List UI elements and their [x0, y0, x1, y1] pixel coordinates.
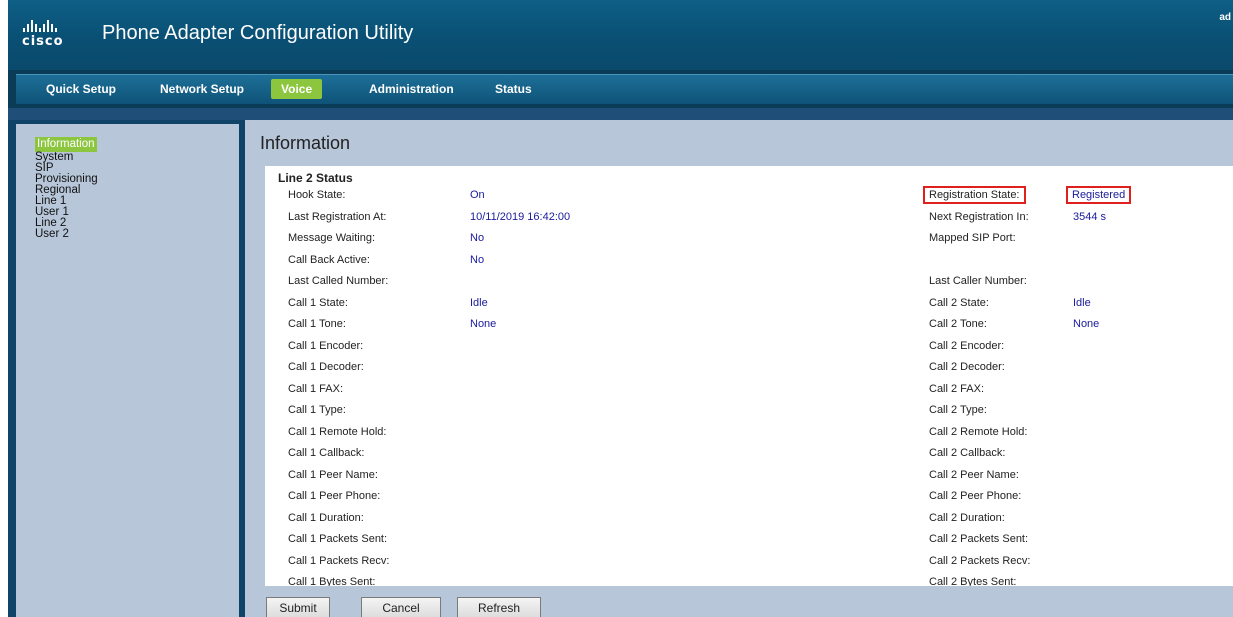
status-row: Last Registration At: 10/11/2019 16:42:00…: [265, 211, 1233, 232]
sidebar-item-user-2[interactable]: User 2: [35, 228, 98, 240]
line-field-label: Call 1 Bytes Sent:: [288, 576, 376, 586]
line-field-label: Call 1 Remote Hold:: [288, 425, 387, 438]
line-field-label: Call 1 Callback:: [288, 447, 365, 459]
line-field-label: Call Back Active:: [288, 253, 370, 266]
line-field-label: Call 1 Packets Recv:: [288, 554, 390, 567]
user-corner: ad: [1219, 12, 1231, 23]
app-title: Phone Adapter Configuration Utility: [102, 22, 414, 44]
line-field-value: No: [470, 253, 485, 266]
cisco-logo: cisco: [22, 18, 72, 52]
line-field-label: Mapped SIP Port:: [929, 232, 1016, 244]
page-title: Information: [260, 133, 351, 153]
line-field-label: Call 2 FAX:: [929, 382, 985, 395]
line-field-label: Hook State:: [288, 189, 346, 201]
line-field-label: Call 1 Type:: [288, 404, 346, 416]
line-field-label: Call 1 Packets Sent:: [288, 533, 388, 545]
line-field-label: Call 1 Peer Phone:: [288, 490, 381, 502]
line-field-label: Call 2 Bytes Sent:: [929, 576, 1017, 586]
line-field-label: Message Waiting:: [288, 232, 376, 244]
line-field-label: Call 1 Encoder:: [288, 339, 364, 352]
status-row: Call 1 Remote Hold: Call 2 Remote Hold:: [265, 426, 1233, 447]
line-field-label: Call 2 Peer Phone:: [929, 490, 1022, 502]
tab-bar: Quick Setup Network Setup Voice Administ…: [8, 70, 1233, 108]
line-field-label: Last Called Number:: [288, 275, 389, 287]
cancel-button[interactable]: Cancel: [361, 597, 441, 617]
tab-voice[interactable]: Voice: [271, 79, 323, 99]
line-field-label: Call 2 Callback:: [929, 447, 1006, 459]
line-field-label: Call 2 Encoder:: [929, 339, 1005, 352]
sidebar: Information System SIP Provisioning Regi…: [8, 120, 245, 617]
status-row: Last Called Number: Last Caller Number:: [265, 275, 1233, 296]
tab-quick-setup[interactable]: Quick Setup: [46, 82, 116, 96]
main-panel: Information Line 2 Status Hook State: On R…: [245, 120, 1233, 617]
submit-button[interactable]: Submit: [266, 597, 330, 617]
status-row: Call 1 Encoder: Call 2 Encoder:: [265, 340, 1233, 361]
line-field-label: Call 1 Tone:: [288, 318, 346, 330]
status-row: Call 1 Peer Name: Call 2 Peer Name:: [265, 469, 1233, 490]
line-field-label: Call 1 State:: [288, 296, 348, 309]
refresh-button[interactable]: Refresh: [457, 597, 541, 617]
line-field-label: Call 2 Peer Name:: [929, 468, 1019, 481]
line-field-label: Call 2 Decoder:: [929, 361, 1005, 373]
status-row: Call 1 Type: Call 2 Type:: [265, 404, 1233, 425]
tab-underline-band: [8, 108, 1233, 120]
logo-text: cisco: [22, 34, 64, 49]
header: cisco Phone Adapter Configuration Utilit…: [8, 0, 1233, 70]
line-field-value: 10/11/2019 16:42:00: [470, 210, 571, 223]
line-field-label: Next Registration In:: [929, 210, 1029, 223]
status-row: Call 1 Decoder: Call 2 Decoder:: [265, 361, 1233, 382]
line-field-label: Call 2 State:: [929, 296, 989, 309]
line-field-value: No: [470, 232, 485, 244]
line-field-label: Call 2 Packets Sent:: [929, 533, 1029, 545]
line-field-value: None: [1073, 318, 1100, 330]
left-edge: [0, 0, 8, 617]
status-row: Call 1 Peer Phone: Call 2 Peer Phone:: [265, 490, 1233, 511]
registration-state-label: Registration State:: [923, 186, 1026, 204]
line-field-label: Last Registration At:: [288, 210, 387, 223]
cisco-bars-icon: [23, 18, 72, 32]
line-field-label: Call 2 Duration:: [929, 511, 1005, 524]
status-row: Call Back Active: No: [265, 254, 1233, 275]
line-field-value: None: [470, 318, 497, 330]
status-row: Call 1 Packets Recv: Call 2 Packets Recv:: [265, 555, 1233, 576]
status-row: Call 1 Bytes Sent: Call 2 Bytes Sent:: [265, 576, 1233, 586]
status-row: Call 1 Packets Sent: Call 2 Packets Sent:: [265, 533, 1233, 554]
section-title: Line 2 Status: [278, 171, 353, 185]
registration-state-value: Registered: [1065, 186, 1132, 204]
sidebar-panel: Information System SIP Provisioning Regi…: [16, 124, 239, 617]
tab-network-setup[interactable]: Network Setup: [160, 82, 244, 96]
status-row: Call 1 Tone: None Call 2 Tone: None: [265, 318, 1233, 339]
line-field-label: Call 1 Decoder:: [288, 361, 364, 373]
line-field-label: Call 1 Peer Name:: [288, 468, 378, 481]
line-field-value: Idle: [1073, 296, 1091, 309]
tab-administration[interactable]: Administration: [369, 82, 454, 96]
tab-bar-inner: Quick Setup Network Setup Voice Administ…: [16, 74, 1233, 104]
status-row: Call 1 Duration: Call 2 Duration:: [265, 512, 1233, 533]
line-field-value: On: [470, 189, 485, 201]
status-content: Line 2 Status Hook State: On Registration …: [265, 166, 1233, 586]
status-row: Call 1 State: Idle Call 2 State: Idle: [265, 297, 1233, 318]
line-field-label: Call 2 Tone:: [929, 318, 987, 330]
status-row: Call 1 Callback: Call 2 Callback:: [265, 447, 1233, 468]
line-field-label: Call 1 FAX:: [288, 382, 344, 395]
line-field-label: Call 2 Packets Recv:: [929, 554, 1031, 567]
line-field-value: 3544 s: [1073, 210, 1107, 223]
sidebar-list: Information System SIP Provisioning Regi…: [16, 136, 98, 240]
line-field-label: Call 2 Type:: [929, 404, 987, 416]
line-field-label: Call 1 Duration:: [288, 511, 364, 524]
line-field-label: Call 2 Remote Hold:: [929, 425, 1028, 438]
status-row: Call 1 FAX: Call 2 FAX:: [265, 383, 1233, 404]
line-field-label: Last Caller Number:: [929, 275, 1027, 287]
line-field-value: Idle: [470, 296, 488, 309]
tab-status[interactable]: Status: [495, 82, 532, 96]
status-row: Hook State: On Registration State: Register…: [265, 186, 1233, 210]
sidebar-item-information[interactable]: Information: [35, 137, 97, 152]
status-row: Message Waiting: No Mapped SIP Port:: [265, 232, 1233, 253]
